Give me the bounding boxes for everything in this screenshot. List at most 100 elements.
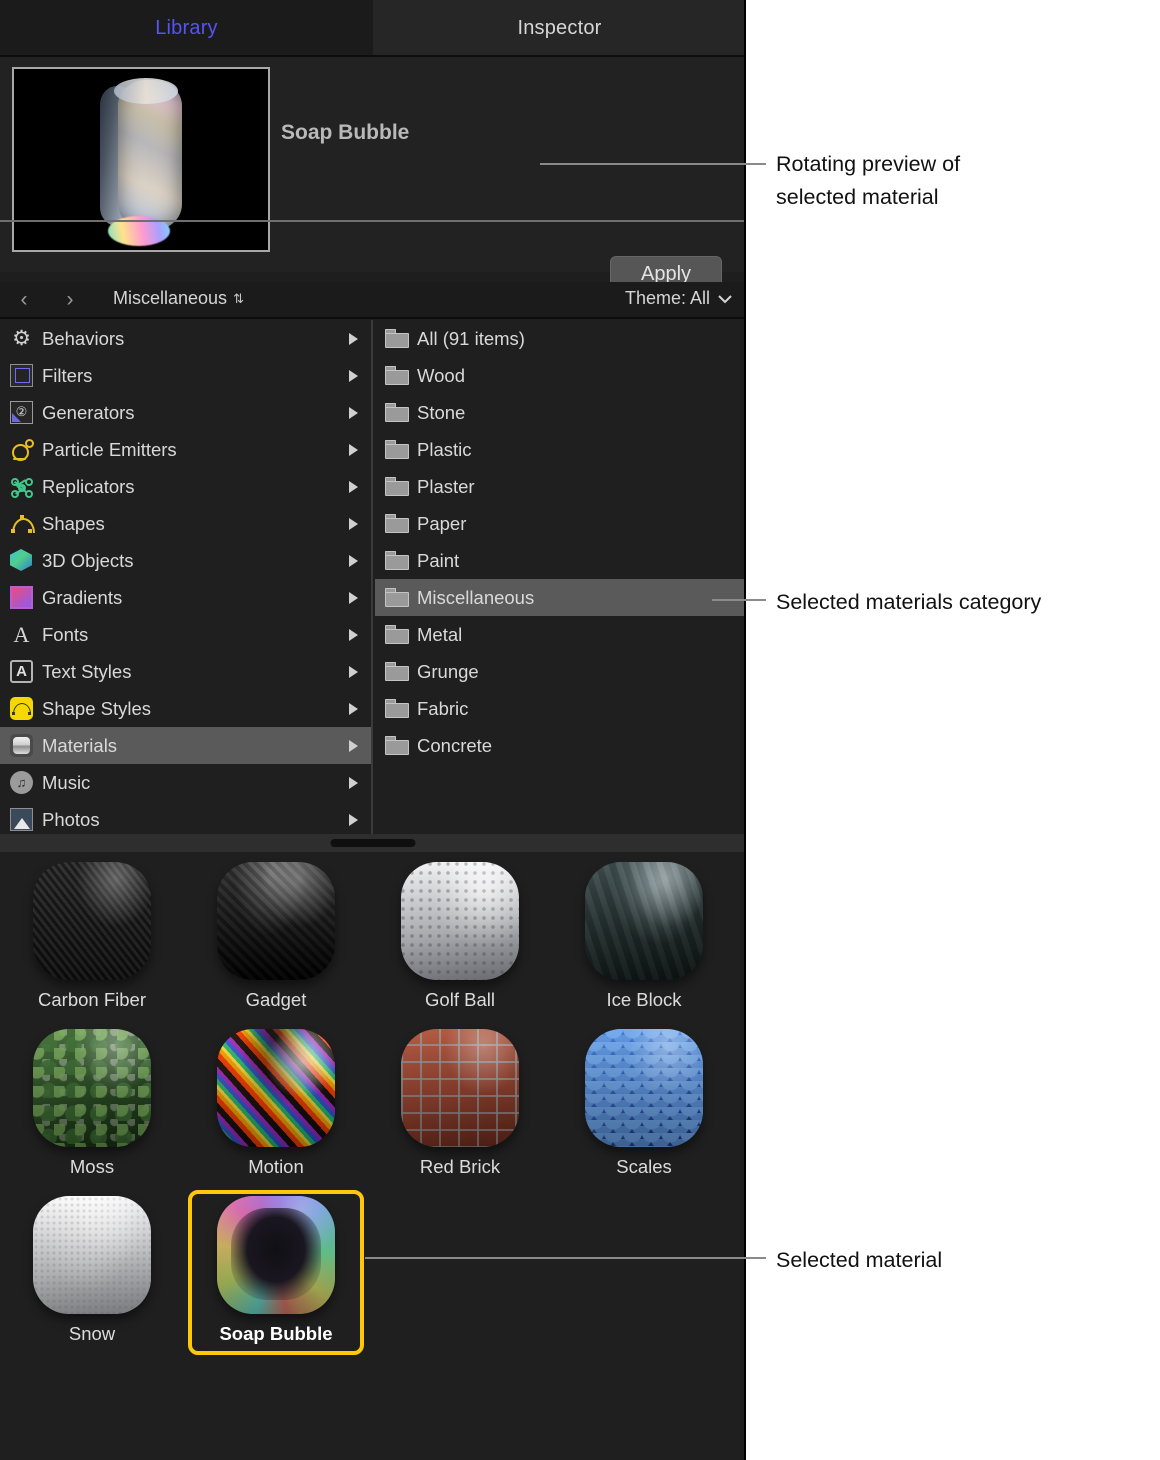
sidebar-item-music[interactable]: ♫ Music bbox=[0, 764, 371, 801]
sidebar-item-3d-objects[interactable]: 3D Objects bbox=[0, 542, 371, 579]
material-label: Soap Bubble bbox=[219, 1323, 333, 1344]
folder-item-fabric[interactable]: Fabric bbox=[375, 690, 746, 727]
sidebar-item-label: 3D Objects bbox=[42, 549, 134, 571]
sidebar-item-generators[interactable]: ② Generators bbox=[0, 394, 371, 431]
folder-item-plaster[interactable]: Plaster bbox=[375, 468, 746, 505]
disclosure-triangle-icon[interactable] bbox=[349, 517, 358, 530]
folder-icon bbox=[385, 403, 409, 422]
sidebar-item-label: Text Styles bbox=[42, 660, 132, 682]
folder-item-all-91-items-[interactable]: All (91 items) bbox=[375, 320, 746, 357]
material-swatch bbox=[585, 862, 703, 980]
folder-icon bbox=[385, 477, 409, 496]
folder-icon bbox=[385, 514, 409, 533]
sidebar-item-label: Filters bbox=[42, 364, 93, 386]
disclosure-triangle-icon[interactable] bbox=[349, 665, 358, 678]
material-thumbnail-carbon-fiber[interactable]: Carbon Fiber bbox=[6, 856, 178, 1021]
sidebar-item-filters[interactable]: Filters bbox=[0, 357, 371, 394]
disclosure-triangle-icon[interactable] bbox=[349, 628, 358, 641]
material-thumbnail-red-brick[interactable]: Red Brick bbox=[374, 1023, 546, 1188]
disclosure-triangle-icon[interactable] bbox=[349, 332, 358, 345]
sidebar-item-replicators[interactable]: Replicators bbox=[0, 468, 371, 505]
library-panel: Library Inspector Soap Bubble Apply ‹ › … bbox=[0, 0, 746, 1460]
tab-library[interactable]: Library bbox=[0, 0, 373, 56]
disclosure-triangle-icon[interactable] bbox=[349, 443, 358, 456]
sidebar-item-particle-emitters[interactable]: Particle Emitters bbox=[0, 431, 371, 468]
leader-line-material bbox=[365, 1257, 766, 1259]
material-thumbnail-soap-bubble[interactable]: Soap Bubble bbox=[188, 1190, 364, 1355]
material-label: Carbon Fiber bbox=[38, 989, 146, 1010]
sidebar-item-label: Replicators bbox=[42, 475, 135, 497]
folder-item-wood[interactable]: Wood bbox=[375, 357, 746, 394]
tab-inspector[interactable]: Inspector bbox=[373, 0, 746, 56]
panel-right-edge bbox=[744, 0, 746, 1460]
shape-curve-icon bbox=[10, 512, 35, 535]
sidebar-item-fonts[interactable]: A Fonts bbox=[0, 616, 371, 653]
folder-item-concrete[interactable]: Concrete bbox=[375, 727, 746, 764]
leader-line-category bbox=[712, 599, 766, 601]
folder-item-paper[interactable]: Paper bbox=[375, 505, 746, 542]
sidebar-item-label: Particle Emitters bbox=[42, 438, 177, 460]
folder-icon bbox=[385, 736, 409, 755]
folder-item-label: Concrete bbox=[417, 734, 493, 756]
material-thumbnail-scales[interactable]: Scales bbox=[558, 1023, 730, 1188]
material-thumbnail-golf-ball[interactable]: Golf Ball bbox=[374, 856, 546, 1021]
folder-item-label: All (91 items) bbox=[417, 327, 525, 349]
disclosure-triangle-icon[interactable] bbox=[349, 480, 358, 493]
folder-item-label: Stone bbox=[417, 401, 466, 423]
material-label: Golf Ball bbox=[425, 989, 495, 1010]
folder-icon bbox=[385, 551, 409, 570]
folder-icon bbox=[385, 440, 409, 459]
disclosure-triangle-icon[interactable] bbox=[349, 369, 358, 382]
sidebar-item-gradients[interactable]: Gradients bbox=[0, 579, 371, 616]
disclosure-triangle-icon[interactable] bbox=[349, 776, 358, 789]
column-divider bbox=[371, 320, 373, 834]
preview-separator bbox=[0, 220, 746, 222]
material-thumbnail-motion[interactable]: Motion bbox=[190, 1023, 362, 1188]
theme-popup-menu[interactable]: Theme: All bbox=[625, 288, 732, 309]
material-thumbnail-gadget[interactable]: Gadget bbox=[190, 856, 362, 1021]
folder-item-metal[interactable]: Metal bbox=[375, 616, 746, 653]
sidebar-item-behaviors[interactable]: ⚙ Behaviors bbox=[0, 320, 371, 357]
folder-item-miscellaneous[interactable]: Miscellaneous bbox=[375, 579, 746, 616]
sidebar-item-materials[interactable]: Materials bbox=[0, 727, 371, 764]
navbar-divider bbox=[0, 317, 746, 319]
sidebar-item-shapes[interactable]: Shapes bbox=[0, 505, 371, 542]
folder-item-label: Fabric bbox=[417, 697, 469, 719]
material-thumbnail-ice-block[interactable]: Ice Block bbox=[558, 856, 730, 1021]
gear-icon: ⚙ bbox=[12, 327, 31, 350]
cube-icon bbox=[10, 549, 33, 572]
material-label: Scales bbox=[616, 1156, 672, 1177]
folder-item-plastic[interactable]: Plastic bbox=[375, 431, 746, 468]
folder-item-label: Paper bbox=[417, 512, 467, 534]
folder-item-paint[interactable]: Paint bbox=[375, 542, 746, 579]
forward-arrow-icon[interactable]: › bbox=[58, 288, 82, 312]
sidebar-item-photos[interactable]: Photos bbox=[0, 801, 371, 838]
material-thumbnail-grid: Carbon Fiber Gadget Golf Ball Ice Block Moss… bbox=[0, 852, 746, 1460]
disclosure-triangle-icon[interactable] bbox=[349, 813, 358, 826]
rotating-preview-thumbnail[interactable] bbox=[12, 67, 270, 252]
sidebar-item-shape-styles[interactable]: Shape Styles bbox=[0, 690, 371, 727]
back-arrow-icon[interactable]: ‹ bbox=[12, 288, 36, 312]
splitter-grip-handle[interactable] bbox=[330, 839, 416, 847]
material-label: Moss bbox=[69, 1156, 115, 1177]
material-thumbnail-snow[interactable]: Snow bbox=[6, 1190, 178, 1355]
material-sphere-icon bbox=[10, 734, 33, 757]
folder-item-stone[interactable]: Stone bbox=[375, 394, 746, 431]
disclosure-triangle-icon[interactable] bbox=[349, 554, 358, 567]
sidebar-item-label: Photos bbox=[42, 808, 100, 830]
disclosure-triangle-icon[interactable] bbox=[349, 406, 358, 419]
film-strip-icon bbox=[10, 364, 33, 387]
sidebar-item-label: Generators bbox=[42, 401, 135, 423]
shape-style-icon bbox=[10, 697, 33, 720]
panel-splitter[interactable] bbox=[0, 834, 746, 852]
material-thumbnail-moss[interactable]: Moss bbox=[6, 1023, 178, 1188]
folder-icon bbox=[385, 366, 409, 385]
disclosure-triangle-icon[interactable] bbox=[349, 702, 358, 715]
sidebar-item-text-styles[interactable]: A Text Styles bbox=[0, 653, 371, 690]
particle-emitter-icon bbox=[10, 438, 34, 461]
chevron-down-icon bbox=[718, 288, 732, 309]
disclosure-triangle-icon[interactable] bbox=[349, 591, 358, 604]
folder-item-grunge[interactable]: Grunge bbox=[375, 653, 746, 690]
path-popup-menu[interactable]: Miscellaneous ⇅ bbox=[113, 288, 244, 309]
disclosure-triangle-icon[interactable] bbox=[349, 739, 358, 752]
